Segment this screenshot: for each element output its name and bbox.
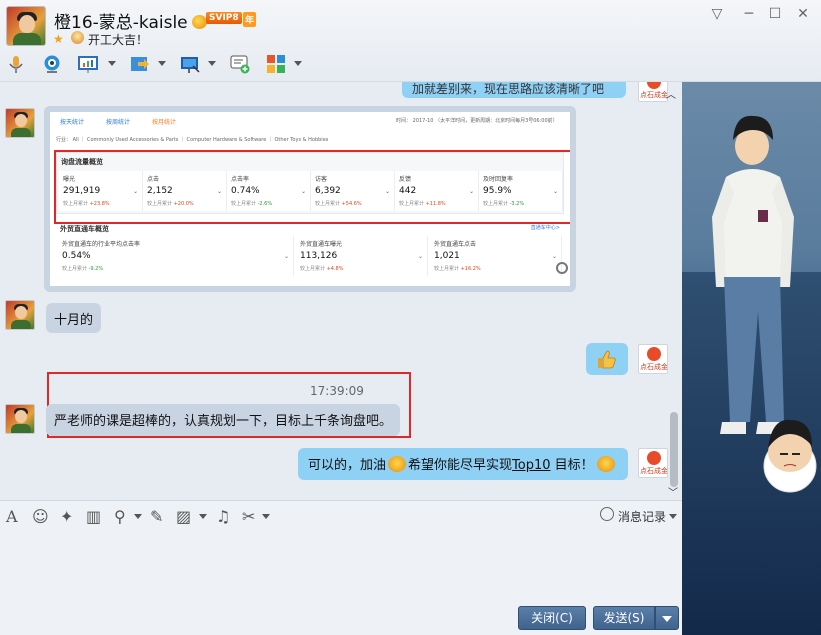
music-icon[interactable]: ♫ bbox=[216, 507, 230, 526]
minimize-button[interactable]: ─ bbox=[738, 6, 760, 22]
send-button[interactable]: 发送(S) bbox=[593, 606, 655, 630]
chat-toolbar bbox=[0, 52, 330, 80]
close-button[interactable]: 关闭(C) bbox=[518, 606, 586, 630]
year-badge: 年 bbox=[243, 12, 257, 27]
sender-avatar-partial[interactable]: 点石成金 bbox=[638, 82, 668, 102]
sender-avatar[interactable]: 点石成金 bbox=[638, 344, 668, 374]
message-bubble[interactable]: 十月的 bbox=[46, 303, 102, 333]
message-partial-text: 加就差别来，现在思路应该清晰了吧 bbox=[412, 82, 605, 96]
message-bubble-partial: 加就差别来，现在思路应该清晰了吧 bbox=[402, 82, 626, 98]
file-transfer-icon bbox=[130, 54, 150, 74]
send-file-button[interactable] bbox=[128, 52, 152, 78]
contact-name: 橙16-蒙总-kaisle bbox=[54, 8, 209, 33]
embedded-stats-screenshot: 按天统计 按周统计 按月统计 时间： 2017-10 （太平洋时间，更新周期：北… bbox=[50, 112, 570, 286]
star-icon: ★ bbox=[53, 32, 64, 46]
message-input[interactable]: 关闭(C) 发送(S) bbox=[0, 530, 682, 635]
screen-share-dropdown-icon[interactable] bbox=[108, 61, 116, 66]
message-bubble[interactable]: 严老师的课是超棒的，认真规划一下，目标上千条询盘吧。 bbox=[46, 404, 400, 436]
remote-desktop-dropdown-icon[interactable] bbox=[208, 61, 216, 66]
emoji-icon[interactable]: ☺ bbox=[32, 507, 49, 526]
p4p-metric-cell: 外贸直通车的行业平均点击率 0.54% 较上月累计 -9.2% ⌄ bbox=[58, 236, 294, 276]
message-text: 可以的，加油 bbox=[308, 458, 387, 473]
scroll-down-icon[interactable]: ﹀ bbox=[668, 484, 678, 499]
message-bubble[interactable]: 可以的，加油 希望你能尽早实现Top10 目标！ bbox=[298, 448, 628, 480]
p4p-metric-cell: 外贸直通车点击 1,021 较上月累计 +16.2% ⌄ bbox=[430, 236, 562, 276]
image-icon[interactable]: ▨ bbox=[176, 507, 191, 526]
p4p-center-link[interactable]: 直通车中心> bbox=[531, 224, 560, 231]
apps-grid-icon bbox=[266, 54, 286, 74]
magic-wand-icon[interactable]: ✦ bbox=[60, 507, 73, 526]
video-call-button[interactable] bbox=[40, 52, 64, 78]
remote-desktop-button[interactable] bbox=[178, 52, 202, 78]
svip-badge: SVIP8 bbox=[206, 12, 242, 24]
edit-icon[interactable]: ✎ bbox=[150, 507, 163, 526]
avatar-character-illustration bbox=[712, 115, 817, 493]
cheer-emoji-icon bbox=[388, 456, 407, 472]
message-text: 十月的 bbox=[54, 313, 94, 328]
image-dropdown-icon[interactable] bbox=[199, 514, 207, 519]
close-window-button[interactable]: ✕ bbox=[792, 6, 814, 22]
maximize-button[interactable]: ☐ bbox=[764, 6, 786, 22]
send-options-dropdown-icon bbox=[662, 615, 672, 622]
embedded-time-note: 时间： 2017-10 （太平洋时间，更新周期：北京时间每月3号06:00前） bbox=[396, 118, 558, 124]
chat-message-area[interactable]: 加就差别来，现在思路应该清晰了吧 点石成金 ︿ 按天统计 按周统计 按月统计 时… bbox=[0, 82, 682, 500]
screenshot-scissors-icon[interactable]: ✂ bbox=[242, 507, 255, 526]
font-settings-icon[interactable]: A bbox=[6, 507, 18, 526]
voice-message-icon[interactable]: ⚲ bbox=[114, 507, 126, 526]
webcam-icon bbox=[42, 54, 62, 74]
fist-emoji-icon bbox=[596, 456, 615, 472]
contact-avatar-small[interactable] bbox=[5, 404, 35, 434]
embedded-tab-day: 按天统计 bbox=[60, 119, 85, 126]
history-dropdown-icon[interactable] bbox=[669, 514, 677, 519]
input-toolbar: A ☺ ✦ ▥ ⚲ ✎ ▨ ♫ ✂ 消息记录 bbox=[0, 500, 682, 530]
thumbs-up-icon bbox=[598, 350, 616, 369]
send-file-dropdown-icon[interactable] bbox=[158, 61, 166, 66]
message-link[interactable]: Top10 bbox=[512, 458, 550, 473]
embedded-tab-week: 按周统计 bbox=[106, 119, 131, 126]
image-message[interactable]: 按天统计 按周统计 按月统计 时间： 2017-10 （太平洋时间，更新周期：北… bbox=[44, 106, 576, 292]
chat-add-icon bbox=[230, 54, 250, 74]
contact-avatar[interactable] bbox=[6, 6, 46, 46]
screen-share-button[interactable] bbox=[76, 52, 100, 78]
message-text: 严老师的课是超棒的，认真规划一下，目标上千条询盘吧。 bbox=[54, 414, 393, 429]
contact-signature: 开工大吉！ bbox=[88, 33, 149, 47]
create-discussion-button[interactable] bbox=[228, 52, 252, 78]
highlight-box bbox=[54, 150, 570, 224]
remote-desktop-icon bbox=[180, 54, 200, 74]
sender-avatar[interactable]: 点石成金 bbox=[638, 448, 668, 478]
microphone-icon bbox=[6, 54, 26, 74]
skin-menu-button[interactable]: ▽ bbox=[706, 6, 728, 22]
scroll-up-icon[interactable]: ︿ bbox=[666, 86, 676, 101]
p4p-overview-section: 外贸直通车概览 直通车中心> 外贸直通车的行业平均点击率 0.54% 较上月累计 -… bbox=[56, 220, 564, 282]
contact-avatar-small[interactable] bbox=[5, 108, 35, 138]
screenshot-dropdown-icon[interactable] bbox=[262, 514, 270, 519]
message-text: 目标！ bbox=[550, 458, 594, 473]
embedded-industry-filter: 行业： All ｜ Commonly Used Accessories & Pa… bbox=[56, 137, 329, 143]
apps-button[interactable] bbox=[264, 52, 288, 78]
p4p-overview-title: 外贸直通车概览 bbox=[60, 225, 109, 233]
embedded-tab-month: 按月统计 bbox=[152, 119, 177, 126]
chat-window-header: 橙16-蒙总-kaisle SVIP8 年 ★ 开工大吉！ ▽ ─ ☐ ✕ bbox=[0, 0, 821, 82]
message-timestamp: 17:39:09 bbox=[310, 384, 364, 398]
shake-icon[interactable]: ▥ bbox=[86, 507, 101, 526]
voice-dropdown-icon[interactable] bbox=[134, 514, 142, 519]
voice-call-button[interactable] bbox=[4, 52, 28, 78]
message-text: 希望你能尽早实现 bbox=[408, 458, 513, 473]
message-history-button[interactable]: 消息记录 bbox=[618, 508, 666, 525]
p4p-metric-cell: 外贸直通车曝光 113,126 较上月累计 +4.8% ⌄ bbox=[296, 236, 428, 276]
presentation-icon bbox=[78, 54, 98, 74]
sun-icon bbox=[191, 15, 207, 29]
signature-icon bbox=[71, 31, 84, 44]
apps-dropdown-icon[interactable] bbox=[294, 61, 302, 66]
emoji-message-bubble[interactable] bbox=[586, 343, 628, 375]
send-options-button[interactable] bbox=[655, 606, 679, 630]
chat-scrollbar[interactable] bbox=[670, 412, 678, 487]
zoom-in-icon[interactable] bbox=[556, 262, 568, 274]
contact-name-text: 橙16-蒙总-kaisle bbox=[54, 13, 188, 33]
contact-avatar-small[interactable] bbox=[5, 300, 35, 330]
show-character-panel bbox=[682, 82, 821, 635]
clock-icon bbox=[600, 507, 614, 521]
